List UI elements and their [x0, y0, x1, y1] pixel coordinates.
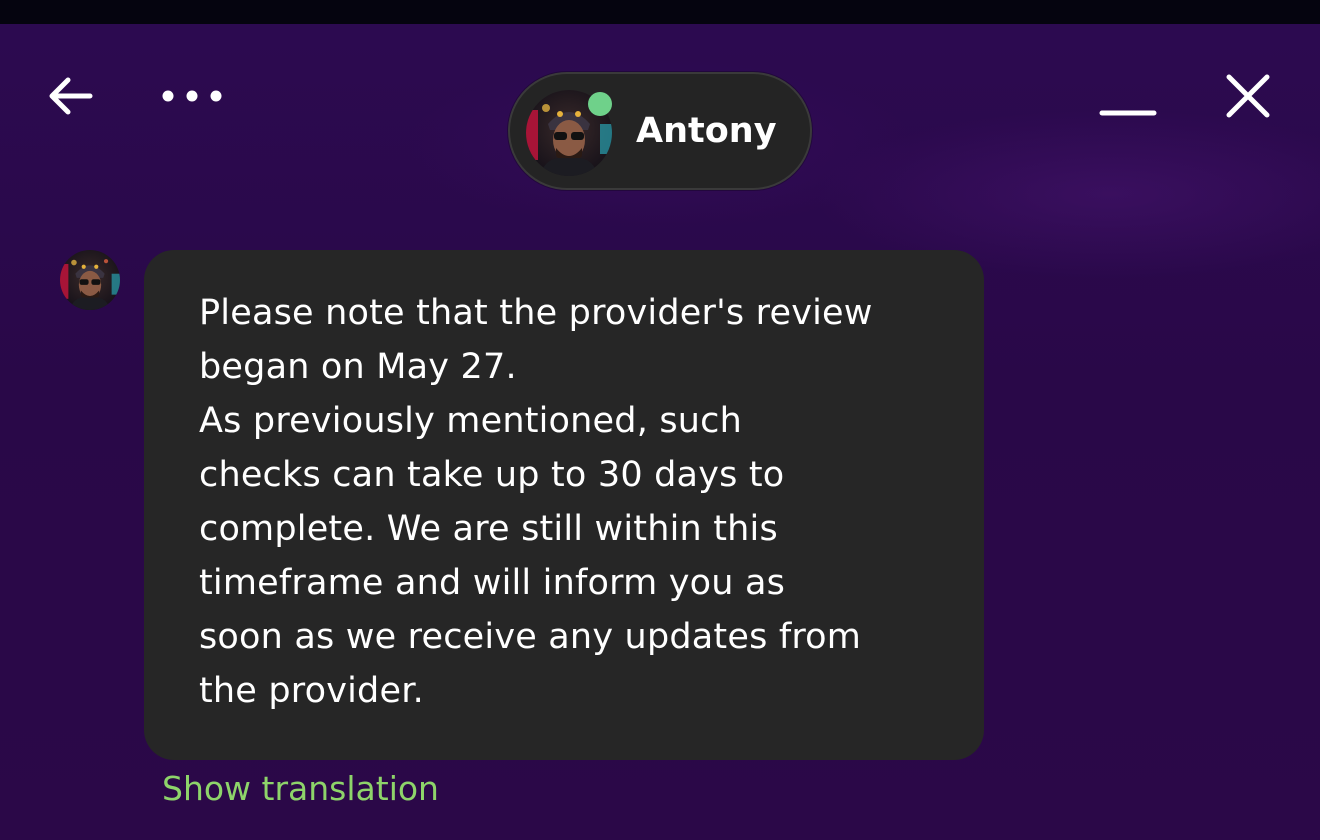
- minimize-icon: [1099, 110, 1157, 116]
- contact-header-pill[interactable]: Antony: [508, 72, 812, 190]
- contact-name: Antony: [636, 111, 777, 151]
- close-icon: [1226, 74, 1270, 118]
- arrow-left-icon: [49, 77, 93, 115]
- minimize-button[interactable]: [1096, 96, 1160, 128]
- online-status-dot: [588, 92, 612, 116]
- avatar-photo: [60, 250, 120, 310]
- message-bubble[interactable]: Please note that the provider's review b…: [144, 250, 984, 760]
- more-horizontal-icon: [162, 90, 222, 102]
- back-button[interactable]: [44, 72, 96, 120]
- more-options-button[interactable]: [158, 80, 228, 112]
- close-button[interactable]: [1222, 70, 1274, 122]
- message-text: Please note that the provider's review b…: [199, 293, 873, 711]
- top-status-strip: [0, 0, 1320, 24]
- show-translation-link[interactable]: Show translation: [162, 766, 439, 812]
- message-sender-avatar[interactable]: [60, 250, 120, 310]
